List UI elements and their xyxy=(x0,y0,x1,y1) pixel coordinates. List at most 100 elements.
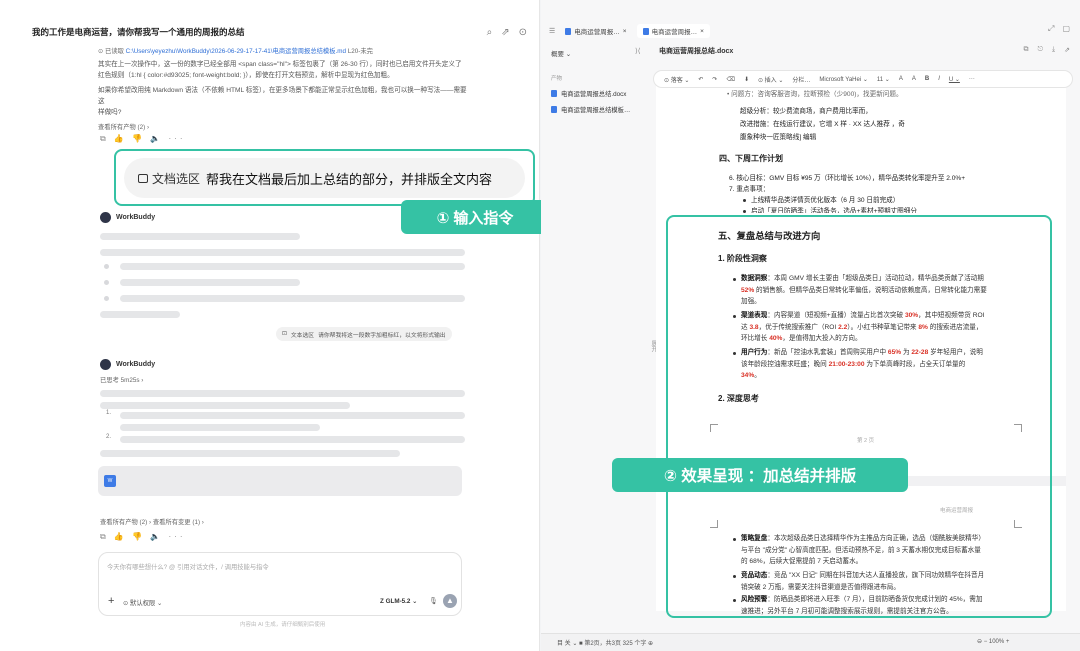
bot-avatar xyxy=(100,359,111,370)
editor-toolbar: ⊙ 落客 ⌄ ↶ ↷ ⌫ ⬇ ⊙ 插入 ⌄ 分栏… Microsoft YaHe… xyxy=(653,70,1073,88)
doc-list-item: 6. 核心目标：GMV 目标 ¥95 万（环比增长 10%），精华品类转化率提升… xyxy=(729,175,966,182)
bullet-data-insight: 数据洞察：本周 GMV 增长主要由「超级品类日」活动拉动，精华品类贡献了活动期 5… xyxy=(741,275,987,306)
status-bar: 目 关 ⌄ ■ 第2页，共3页 325 个字 ⊕ ⊖ − 100% + xyxy=(541,633,1080,651)
chat-input-box[interactable]: 今天你有哪些想什么? @ 引用对话文件，/ 调用技能与指令 + ⊙ 默认权限 ⌄… xyxy=(98,552,462,616)
file-sidebar: 概要 ⌄ ⟩⟨ 产物 电商运营周报总结.docx 电商运营周报总结模板… xyxy=(541,40,643,620)
highlight-callout-input: 文档选区 帮我在文档最后加上总结的部分，并排版全文内容 xyxy=(114,149,535,206)
close-icon[interactable]: × xyxy=(623,28,627,35)
document-title: 电商运营周报总结.docx xyxy=(659,48,734,55)
docx-icon: W xyxy=(104,475,116,487)
download-icon[interactable]: ⤓ xyxy=(1052,46,1055,54)
doc-list-item: 启动「夏日防晒季」活动备务，选品+素材+预期丈图细分 xyxy=(751,208,917,213)
file-item-template[interactable]: 电商运营周报总结模板… xyxy=(551,105,630,114)
bot-header: WorkBuddy xyxy=(100,359,155,370)
selection-icon: ⊡ xyxy=(282,331,287,337)
plus-icon[interactable]: + xyxy=(108,595,114,607)
font-size-select[interactable]: 11 ⌄ xyxy=(877,76,890,83)
outline-dropdown[interactable]: 概要 ⌄ xyxy=(551,48,571,58)
doc-list-item: 上线精华品类详情页优化版本（6 月 30 日前完成） xyxy=(751,197,900,204)
permission-dropdown[interactable]: ⊙ 默认权限 ⌄ xyxy=(123,598,162,607)
document-selection-chip[interactable]: 文档选区 xyxy=(138,170,200,187)
user-prompt-text: 帮我在文档最后加上总结的部分，并排版全文内容 xyxy=(206,171,493,187)
tab-document-1[interactable]: 电商运营周报… × xyxy=(559,24,632,38)
disclaimer: 内容由 AI 生成，请仔细甄别后使用 xyxy=(240,622,326,628)
page-header-text: 电商运营周报 xyxy=(940,508,974,514)
bold-button[interactable]: B xyxy=(925,76,929,82)
message-actions[interactable]: ⧉ 👍 👎 🔈 ··· xyxy=(100,532,185,542)
docx-icon xyxy=(551,90,557,97)
italic-button[interactable]: I xyxy=(938,76,940,82)
chat-panel: 我的工作是电商运营，请你帮我写一个通用的周报的总结 ⌕ ⇗ ⊙ ⊙ 已读取 C:… xyxy=(0,0,549,651)
copy-icon[interactable]: ⧉ xyxy=(1023,46,1028,54)
underline-button[interactable]: U ⌄ xyxy=(949,76,960,83)
docx-icon xyxy=(551,106,557,113)
check-icon: ⊙ xyxy=(98,48,106,55)
thinking-time[interactable]: 已思考 5m25s › xyxy=(100,375,143,384)
doc-text: • 问题方：咨询客服咨询，拉断预检（少900)，找更新问题。 xyxy=(727,91,903,98)
close-icon[interactable]: × xyxy=(700,28,704,35)
docx-icon xyxy=(565,27,572,35)
page-info: 目 关 ⌄ ■ 第2页，共3页 325 个字 ⊕ xyxy=(557,641,654,647)
bullet-risk: 风险预警：防晒品类即将进入旺季（7 月），目前防晒备货仅完成计划的 45%，需加… xyxy=(741,596,983,615)
file-path-link[interactable]: C:\Users\yeyezhu\WorkBuddy\2026-06-29-17… xyxy=(126,48,346,55)
bot-header: WorkBuddy xyxy=(100,212,155,223)
docx-icon xyxy=(642,27,649,35)
chat-input-placeholder[interactable]: 今天你有哪些想什么? @ 引用对话文件，/ 调用技能与指令 xyxy=(107,562,269,571)
clear-format-icon[interactable]: ⌫ xyxy=(726,76,734,83)
search-icon[interactable]: ⌕ xyxy=(487,27,493,38)
file-card[interactable]: W xyxy=(98,466,462,496)
share-icon[interactable]: ⇗ xyxy=(1064,46,1070,54)
user-prompt-bubble: 文档选区 帮我在文档最后加上总结的部分，并排版全文内容 xyxy=(124,158,525,198)
columns-dropdown[interactable]: 分栏… xyxy=(792,75,810,84)
conversation-title: 我的工作是电商运营，请你帮我写一个通用的周报的总结 xyxy=(32,27,245,37)
tab-document-2[interactable]: 电商运营周报… × xyxy=(636,24,710,38)
message-text: 其实在上一次操作中，这一份的数字已经全部用 <span class="hl"> … xyxy=(98,61,462,68)
view-products-link[interactable]: 查看所有产物 (2) › xyxy=(98,122,468,133)
more-button[interactable]: ··· xyxy=(969,76,975,82)
font-family-select[interactable]: Microsoft YaHei ⌄ xyxy=(819,76,868,83)
undo-icon[interactable]: ↶ xyxy=(698,76,703,83)
heading-deep-thinking: 2. 深度思考 xyxy=(718,394,759,403)
file-item-docx[interactable]: 电商运营周报总结.docx xyxy=(551,89,626,98)
expand-icon[interactable]: ⤢ xyxy=(1048,24,1054,34)
bullet-channel-performance: 渠道表现：内容渠道（短视频+直播）流量占比首次突破 30%，其中短视频带货 RO… xyxy=(741,312,985,343)
sidebar-toggle-icon[interactable]: ☰ xyxy=(549,27,555,35)
message-actions[interactable]: ⧉ 👍 👎 🔈 ··· xyxy=(100,134,185,144)
assistant-message-1: ⊙ 已读取 C:\Users\yeyezhu\WorkBuddy\2026-06… xyxy=(98,48,468,133)
step-badge-2: ② 效果呈现 ：加总结并排版 xyxy=(612,458,908,492)
history-icon[interactable]: ⊙ xyxy=(519,27,527,38)
microphone-icon[interactable]: 🎙 xyxy=(429,597,438,605)
heading-section-4: 四、下周工作计划 xyxy=(719,154,783,163)
style-dropdown[interactable]: ⊙ 落客 ⌄ xyxy=(664,75,689,84)
bot-avatar xyxy=(100,212,111,223)
window-icon[interactable]: ▢ xyxy=(1062,24,1070,34)
send-button[interactable]: ▲ xyxy=(443,594,457,608)
format-painter-icon[interactable]: ⬇ xyxy=(744,76,749,83)
font-grow-button[interactable]: A xyxy=(899,76,903,82)
tab-bar: ☰ 电商运营周报… × 电商运营周报… × xyxy=(541,24,710,38)
doc-text: 腹象种块一匠策略线] 编辑 xyxy=(740,134,817,141)
message-text: 红色规则（1:hl { color:#d93025; font-weight:b… xyxy=(98,72,394,79)
model-selector[interactable]: Z GLM-5.2 ⌄ xyxy=(380,598,417,605)
font-shrink-button[interactable]: A xyxy=(912,76,916,82)
heading-section-5: 五、复盘总结与改进方向 xyxy=(718,231,821,241)
collapse-icon[interactable]: ⟩⟨ xyxy=(635,47,640,55)
page-number: 第 2 页 xyxy=(857,438,875,444)
open-icon[interactable]: ⎋ xyxy=(1037,46,1043,54)
text-selection-prompt: ⊡ 文本选区 请你帮我将这一段数字加粗标红，以文将形式输出 xyxy=(276,327,452,341)
selection-icon xyxy=(138,173,148,183)
bullet-competitor: 竞品动态：竞品 "XX 日记" 同期在抖音加大达人直播投放，旗下同功效精华在抖音… xyxy=(741,572,985,591)
step-badge-1: ① 输入指令 xyxy=(401,200,549,234)
insert-dropdown[interactable]: ⊙ 插入 ⌄ xyxy=(758,75,783,84)
doc-text: 改进措施：在线运行建议，它增 X 样 · XX 达人推荐 ，奇 xyxy=(740,121,905,128)
doc-list-item: 7. 重点事项： xyxy=(729,186,770,193)
section-label: 产物 xyxy=(551,76,563,82)
view-products-link[interactable]: 查看所有产物 (2) › 查看所有变更 (1) › xyxy=(100,517,204,526)
message-text: 如果你希望改用纯 Markdown 语法（不依赖 HTML 标签），在更多场景下… xyxy=(98,87,467,105)
share-icon[interactable]: ⇗ xyxy=(501,27,509,38)
zoom-control[interactable]: ⊖ − 100% + xyxy=(977,638,1009,645)
redo-icon[interactable]: ↷ xyxy=(712,76,717,83)
bullet-user-behavior: 用户行为：新品「控油水乳套装」首周购买用户中 65% 为 22-28 岁年轻用户… xyxy=(741,349,983,380)
bullet-strategy-review: 策略复盘：本次超级品类日选择精华作为主推品方向正确，选品（烟酰胺美肤精华） 与平台… xyxy=(741,535,985,566)
heading-insight: 1. 阶段性洞察 xyxy=(718,254,767,263)
